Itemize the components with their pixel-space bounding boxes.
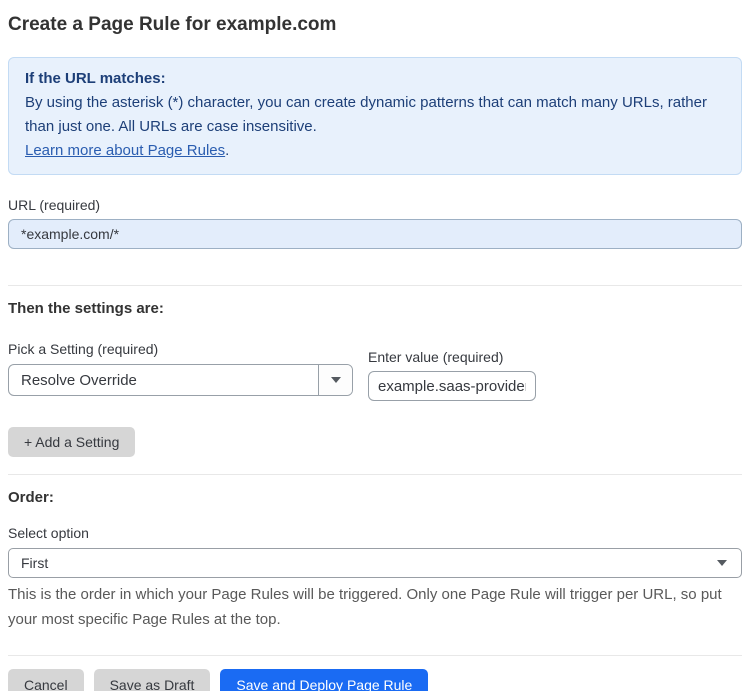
setting-select[interactable]: Resolve Override xyxy=(8,364,353,396)
settings-row: Pick a Setting (required) Resolve Overri… xyxy=(8,319,742,401)
url-label: URL (required) xyxy=(8,197,101,213)
order-select-value: First xyxy=(21,555,49,571)
order-help-text: This is the order in which your Page Rul… xyxy=(8,586,722,628)
setting-select-value: Resolve Override xyxy=(21,371,137,389)
banner-link-line: Learn more about Page Rules. xyxy=(25,139,725,163)
url-input[interactable] xyxy=(8,219,742,249)
learn-more-link[interactable]: Learn more about Page Rules xyxy=(25,142,225,159)
divider xyxy=(8,285,742,286)
setting-picker-column: Pick a Setting (required) Resolve Overri… xyxy=(8,319,353,396)
footer-actions: Cancel Save as Draft Save and Deploy Pag… xyxy=(8,669,742,691)
settings-section-heading: Then the settings are: xyxy=(8,300,164,317)
banner-heading: If the URL matches: xyxy=(25,70,166,87)
setting-value-column: Enter value (required) xyxy=(368,319,536,401)
setting-picker-label: Pick a Setting (required) xyxy=(8,341,159,357)
order-section-heading: Order: xyxy=(8,489,54,506)
divider xyxy=(8,474,742,475)
chevron-down-icon xyxy=(330,377,341,383)
chevron-down-icon xyxy=(717,560,727,566)
link-suffix: . xyxy=(225,142,230,159)
order-select[interactable]: First xyxy=(8,548,742,578)
setting-select-arrow-button[interactable] xyxy=(318,365,352,395)
cancel-button[interactable]: Cancel xyxy=(8,669,84,691)
divider xyxy=(8,655,742,656)
url-match-info-banner: If the URL matches: By using the asteris… xyxy=(8,57,742,175)
save-deploy-button[interactable]: Save and Deploy Page Rule xyxy=(220,669,429,691)
order-select-label: Select option xyxy=(8,525,89,541)
save-draft-button[interactable]: Save as Draft xyxy=(93,669,211,691)
page-title: Create a Page Rule for example.com xyxy=(8,14,337,35)
setting-value-label: Enter value (required) xyxy=(368,349,504,365)
setting-value-input[interactable] xyxy=(368,371,536,401)
add-setting-button[interactable]: + Add a Setting xyxy=(8,427,136,457)
banner-body: By using the asterisk (*) character, you… xyxy=(25,94,707,135)
